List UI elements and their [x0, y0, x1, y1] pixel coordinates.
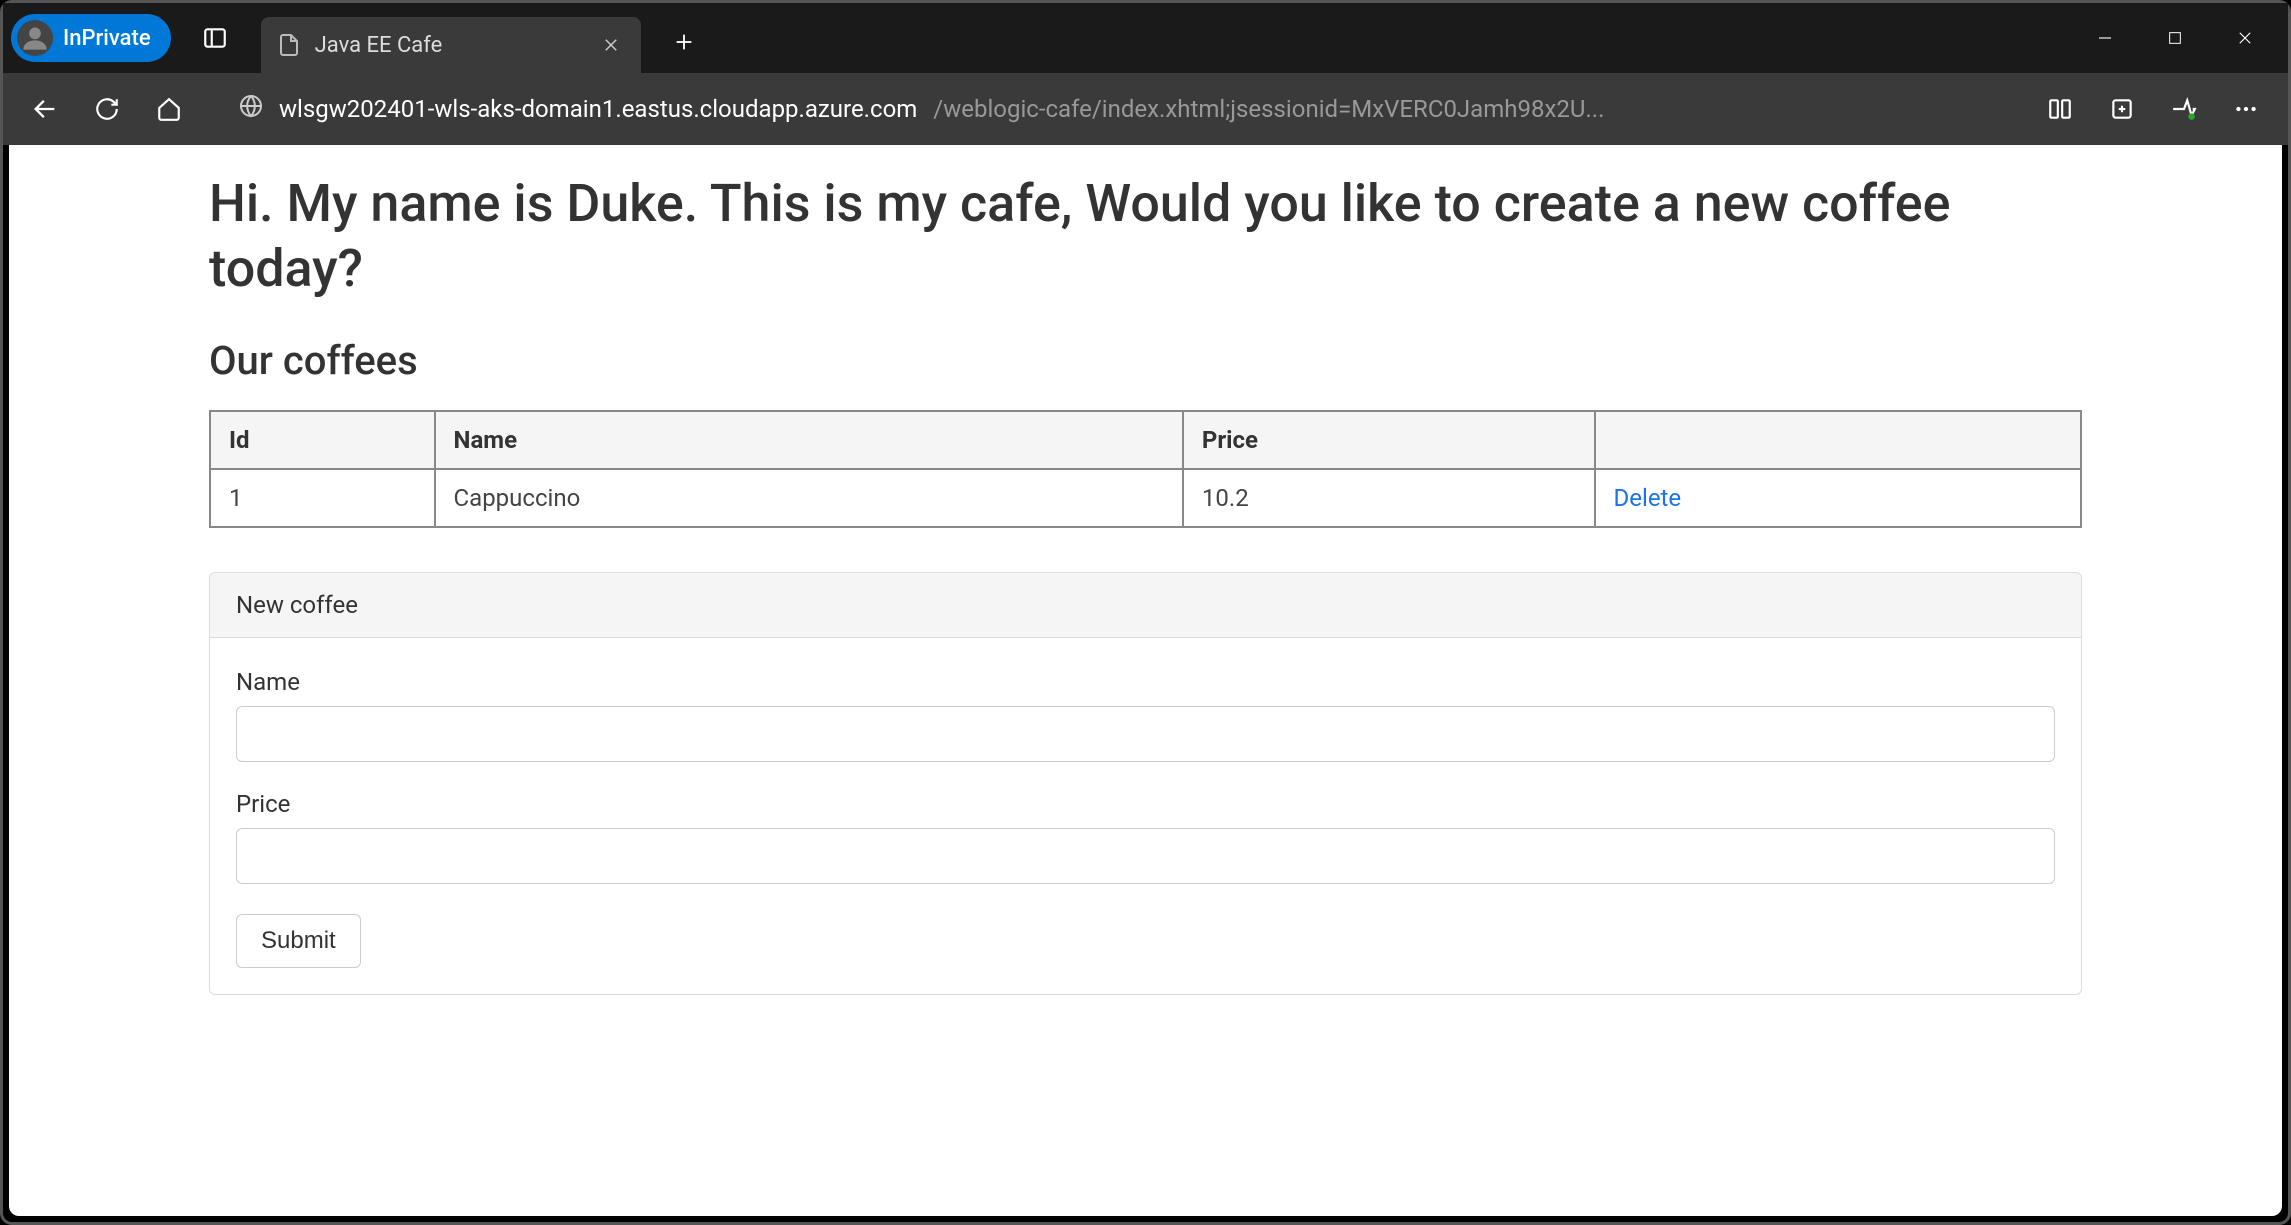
- site-info-icon[interactable]: [239, 94, 263, 124]
- th-id: Id: [210, 411, 435, 469]
- titlebar: InPrivate Java EE Cafe: [3, 3, 2288, 73]
- close-tab-button[interactable]: [597, 31, 625, 59]
- split-screen-button[interactable]: [2034, 83, 2086, 135]
- price-label: Price: [236, 790, 2055, 818]
- inprivate-badge[interactable]: InPrivate: [11, 14, 171, 62]
- close-window-button[interactable]: [2210, 13, 2280, 63]
- back-button[interactable]: [19, 83, 71, 135]
- maximize-button[interactable]: [2140, 13, 2210, 63]
- collections-button[interactable]: [2096, 83, 2148, 135]
- th-name: Name: [435, 411, 1183, 469]
- page-viewport: Hi. My name is Duke. This is my cafe, Wo…: [9, 145, 2282, 1216]
- performance-icon[interactable]: [2158, 83, 2210, 135]
- avatar-icon: [17, 20, 53, 56]
- minimize-button[interactable]: [2070, 13, 2140, 63]
- panel-title: New coffee: [210, 573, 2081, 638]
- page-heading: Hi. My name is Duke. This is my cafe, Wo…: [209, 171, 2082, 301]
- address-bar[interactable]: wlsgw202401-wls-aks-domain1.eastus.cloud…: [217, 83, 2012, 135]
- tab-actions-button[interactable]: [191, 14, 239, 62]
- window-controls: [2070, 13, 2280, 63]
- panel-body: Name Price Submit: [210, 638, 2081, 994]
- name-input[interactable]: [236, 706, 2055, 762]
- cell-id: 1: [210, 469, 435, 527]
- new-coffee-panel: New coffee Name Price Submit: [209, 572, 2082, 995]
- new-tab-button[interactable]: [663, 21, 705, 63]
- th-action: [1595, 411, 2081, 469]
- cell-price: 10.2: [1183, 469, 1595, 527]
- url-host: wlsgw202401-wls-aks-domain1.eastus.cloud…: [279, 95, 917, 123]
- price-input[interactable]: [236, 828, 2055, 884]
- url-path: /weblogic-cafe/index.xhtml;jsessionid=Mx…: [933, 95, 1604, 123]
- home-button[interactable]: [143, 83, 195, 135]
- browser-tab[interactable]: Java EE Cafe: [261, 17, 641, 73]
- name-label: Name: [236, 668, 2055, 696]
- table-row: 1 Cappuccino 10.2 Delete: [210, 469, 2081, 527]
- file-icon: [277, 33, 301, 57]
- inprivate-label: InPrivate: [63, 26, 151, 51]
- browser-window: InPrivate Java EE Cafe: [0, 0, 2291, 1225]
- coffees-table: Id Name Price 1 Cappuccino 10.2 Delete: [209, 410, 2082, 528]
- refresh-button[interactable]: [81, 83, 133, 135]
- page-subheading: Our coffees: [209, 337, 2082, 384]
- cell-name: Cappuccino: [435, 469, 1183, 527]
- delete-link[interactable]: Delete: [1614, 484, 1682, 512]
- more-menu-button[interactable]: [2220, 83, 2272, 135]
- table-header-row: Id Name Price: [210, 411, 2081, 469]
- submit-button[interactable]: Submit: [236, 914, 361, 968]
- page-content: Hi. My name is Duke. This is my cafe, Wo…: [9, 145, 2282, 1035]
- th-price: Price: [1183, 411, 1595, 469]
- tab-title: Java EE Cafe: [315, 33, 443, 58]
- toolbar: wlsgw202401-wls-aks-domain1.eastus.cloud…: [3, 73, 2288, 145]
